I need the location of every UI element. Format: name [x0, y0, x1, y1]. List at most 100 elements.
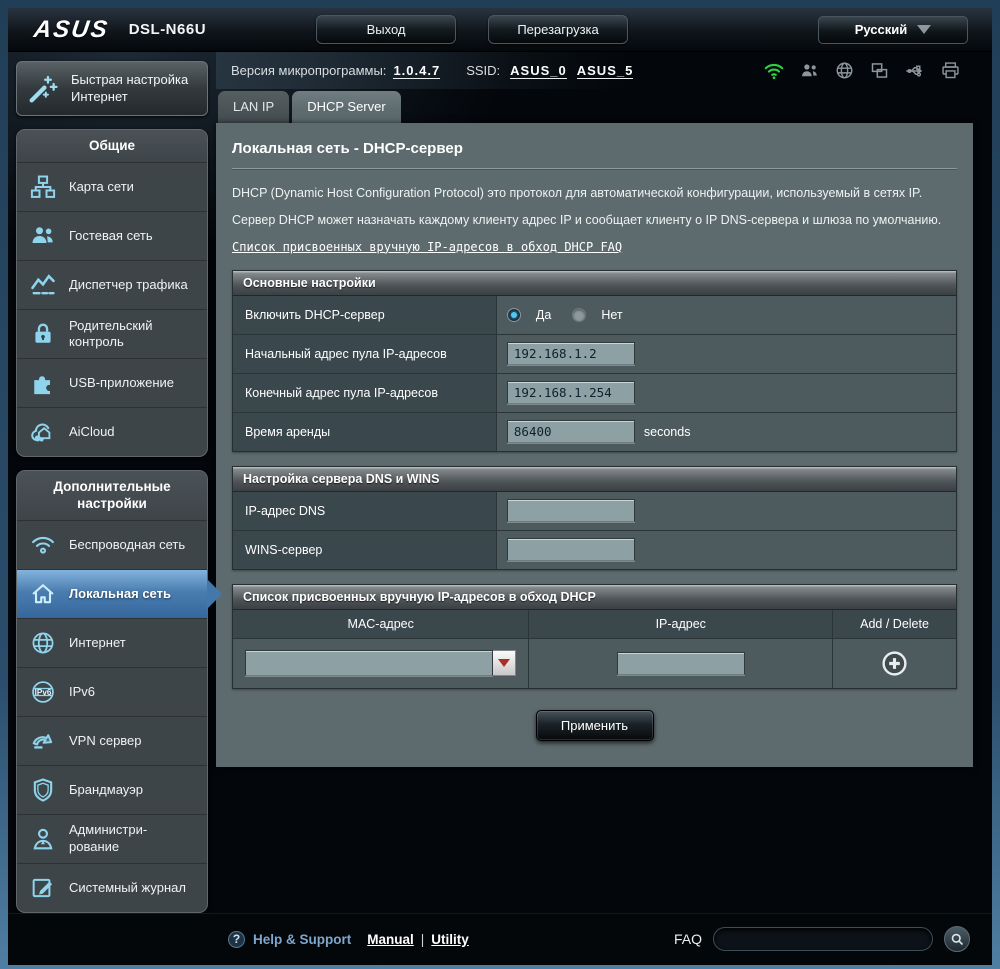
sidebar-item-system-log[interactable]: Системный журнал	[17, 863, 207, 912]
sidebar-item-administration[interactable]: Администри-рование	[17, 814, 207, 863]
clients-status-icon[interactable]	[869, 60, 890, 81]
status-icon-tray	[763, 60, 961, 82]
section-dns-wins: Настройка сервера DNS и WINS IP-адрес DN…	[232, 466, 957, 570]
row-wins-server: WINS-сервер	[233, 530, 956, 569]
firmware-label: Версия микропрограммы:	[231, 63, 386, 78]
enable-dhcp-label: Включить DHCP-сервер	[233, 296, 497, 334]
link-separator: |	[421, 932, 425, 947]
logout-button[interactable]: Выход	[316, 15, 456, 44]
sidebar-item-label: Родительский контроль	[69, 318, 197, 351]
language-value: Русский	[855, 22, 908, 37]
row-dns-ip: IP-адрес DNS	[233, 492, 956, 530]
pool-start-value-cell	[497, 335, 956, 373]
ssid-link-1[interactable]: ASUS_0	[510, 63, 567, 79]
sidebar-item-guest-network[interactable]: Гостевая сеть	[17, 211, 207, 260]
sidebar-item-vpn-server[interactable]: VPN сервер	[17, 716, 207, 765]
faq-search-button[interactable]	[944, 926, 970, 952]
section-dns-title: Настройка сервера DNS и WINS	[233, 467, 956, 492]
page-title: Локальная сеть - DHCP-сервер	[232, 140, 957, 157]
sidebar-item-network-map[interactable]: Карта сети	[17, 162, 207, 211]
sidebar-item-label: USB-приложение	[69, 375, 174, 391]
lease-time-input[interactable]	[507, 420, 635, 443]
pool-end-input[interactable]	[507, 381, 635, 404]
printer-status-icon[interactable]	[940, 60, 961, 81]
sidebar: Быстрая настройка Интернет Общие Карта с…	[8, 52, 216, 913]
column-header-ip: IP-адрес	[529, 610, 833, 638]
radio-yes-label[interactable]: Да	[536, 308, 551, 322]
section-manual-title: Список присвоенных вручную IP-адресов в …	[233, 585, 956, 610]
reboot-button[interactable]: Перезагрузка	[488, 15, 628, 44]
pool-end-label: Конечный адрес пула IP-адресов	[233, 374, 497, 412]
column-header-add-delete: Add / Delete	[833, 610, 956, 638]
mac-dropdown-button[interactable]	[493, 650, 516, 676]
lease-unit-label: seconds	[644, 425, 691, 439]
help-support-link[interactable]: ? Help & Support	[228, 931, 351, 948]
add-delete-cell	[833, 639, 956, 688]
tab-dhcp-server[interactable]: DHCP Server	[292, 91, 401, 123]
lease-time-value-cell: seconds	[497, 413, 956, 451]
usb-status-icon[interactable]	[904, 60, 926, 82]
pool-end-value-cell	[497, 374, 956, 412]
enable-dhcp-value: Да Нет	[497, 296, 956, 334]
apply-button[interactable]: Применить	[536, 710, 654, 741]
sidebar-item-label: VPN сервер	[69, 733, 142, 749]
asus-logo: ASUS	[32, 16, 111, 44]
internet-status-icon[interactable]	[834, 60, 855, 81]
dns-ip-input[interactable]	[507, 499, 635, 522]
add-entry-button[interactable]	[880, 648, 910, 678]
wins-server-label: WINS-сервер	[233, 531, 497, 569]
sidebar-item-firewall[interactable]: Брандмауэр	[17, 765, 207, 814]
sidebar-item-ipv6[interactable]: IPv6 IPv6	[17, 667, 207, 716]
lease-time-label: Время аренды	[233, 413, 497, 451]
manual-link[interactable]: Manual	[367, 932, 414, 947]
wifi-status-icon[interactable]	[763, 60, 785, 82]
traffic-manager-icon	[25, 271, 61, 299]
sidebar-item-aicloud[interactable]: AiCloud	[17, 407, 207, 456]
doc-links: Manual | Utility	[367, 932, 469, 947]
row-enable-dhcp: Включить DHCP-сервер Да Нет	[233, 296, 956, 334]
sidebar-item-wireless[interactable]: Беспроводная сеть	[17, 520, 207, 569]
column-header-mac: MAC-адрес	[233, 610, 529, 638]
sidebar-item-label: Локальная сеть	[69, 586, 171, 602]
radio-no-label[interactable]: Нет	[601, 308, 622, 322]
manual-assignment-faq-link[interactable]: Список присвоенных вручную IP-адресов в …	[232, 240, 622, 254]
cloud-icon	[25, 418, 61, 446]
language-dropdown[interactable]: Русский	[818, 16, 968, 44]
utility-link[interactable]: Utility	[431, 932, 469, 947]
radio-no[interactable]	[572, 308, 586, 322]
footer-bar: ? Help & Support Manual | Utility FAQ	[8, 913, 992, 965]
sidebar-item-label: Интернет	[69, 635, 126, 651]
quick-setup-button[interactable]: Быстрая настройка Интернет	[16, 61, 208, 116]
dns-ip-label: IP-адрес DNS	[233, 492, 497, 530]
ip-address-cell	[529, 639, 833, 688]
faq-label: FAQ	[674, 931, 702, 947]
pool-start-input[interactable]	[507, 342, 635, 365]
manual-table-header: MAC-адрес IP-адрес Add / Delete	[233, 610, 956, 638]
wins-server-input[interactable]	[507, 538, 635, 561]
ipv6-globe-icon: IPv6	[25, 678, 61, 706]
help-support-label: Help & Support	[253, 932, 351, 947]
sidebar-item-label: Администри-рование	[69, 822, 197, 855]
sidebar-item-traffic-manager[interactable]: Диспетчер трафика	[17, 260, 207, 309]
row-pool-end: Конечный адрес пула IP-адресов	[233, 373, 956, 412]
sidebar-item-internet[interactable]: Интернет	[17, 618, 207, 667]
sidebar-item-label: IPv6	[69, 684, 95, 700]
quick-setup-label: Быстрая настройка Интернет	[71, 72, 189, 106]
ip-address-input[interactable]	[617, 652, 745, 675]
firmware-version-link[interactable]: 1.0.4.7	[393, 63, 440, 79]
sidebar-item-lan-selected[interactable]: Локальная сеть	[17, 569, 207, 618]
sidebar-item-usb-application[interactable]: USB-приложение	[17, 358, 207, 407]
network-map-icon	[25, 173, 61, 201]
radio-yes[interactable]	[507, 308, 521, 322]
sidebar-item-label: Брандмауэр	[69, 782, 143, 798]
faq-search-input[interactable]	[713, 927, 933, 951]
page-description: DHCP (Dynamic Host Configuration Protoco…	[232, 180, 957, 234]
vpn-icon	[25, 727, 61, 755]
globe-icon	[25, 629, 61, 657]
dns-ip-value-cell	[497, 492, 956, 530]
mac-address-input[interactable]	[245, 650, 493, 676]
tab-lan-ip[interactable]: LAN IP	[218, 91, 289, 123]
guests-status-icon[interactable]	[799, 60, 820, 81]
sidebar-item-parental-control[interactable]: Родительский контроль	[17, 309, 207, 358]
ssid-link-2[interactable]: ASUS_5	[577, 63, 634, 79]
